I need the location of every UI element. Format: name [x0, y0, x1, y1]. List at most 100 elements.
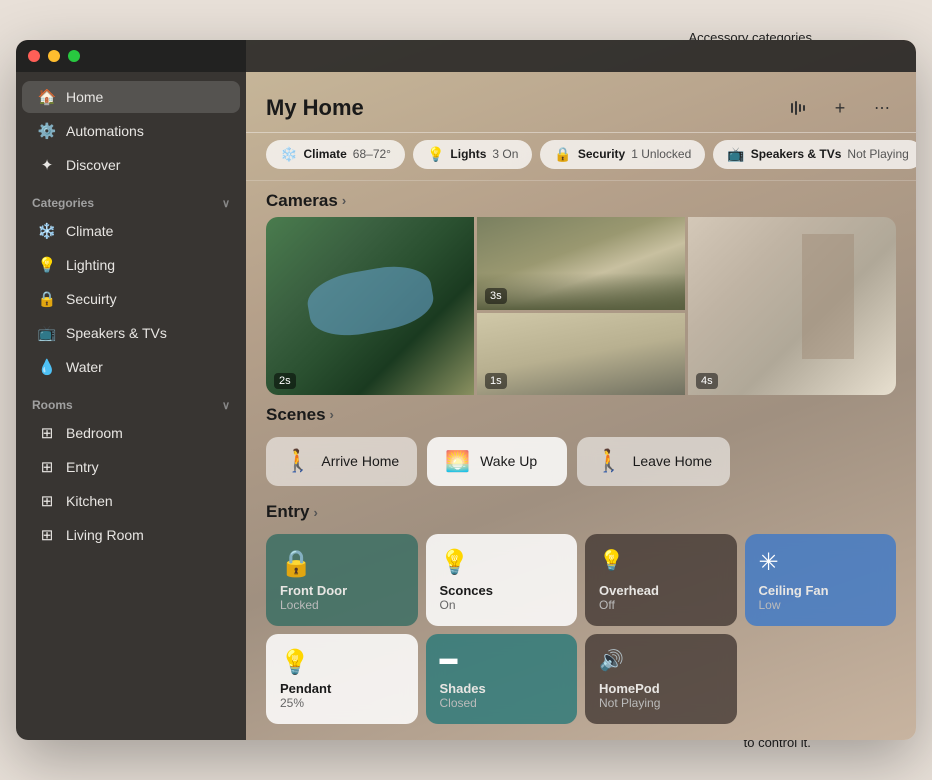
entry-section-header[interactable]: Entry › — [246, 492, 916, 528]
camera-living[interactable]: 4s — [688, 217, 896, 395]
sidebar-item-water[interactable]: 💧 Water — [22, 351, 240, 383]
scenes-section-header[interactable]: Scenes › — [246, 395, 916, 431]
camera-pool-timestamp: 2s — [274, 373, 296, 389]
camera-driveway-top[interactable]: 3s — [477, 217, 685, 310]
shades-text: Shades Closed — [440, 681, 564, 710]
accessories-grid: 🔒 Front Door Locked 💡 Sconces On 💡 Overh… — [246, 528, 916, 740]
pill-climate-icon: ❄️ — [280, 146, 297, 163]
water-icon: 💧 — [38, 358, 56, 376]
cameras-grid: 2s 3s 4s 1s — [266, 217, 896, 395]
pill-security-icon: 🔒 — [554, 146, 571, 163]
accessory-ceiling-fan[interactable]: ✳ Ceiling Fan Low — [745, 534, 897, 626]
scene-leave-home[interactable]: 🚶 Leave Home — [577, 437, 730, 486]
sidebar-item-living-room[interactable]: ⊞ Living Room — [22, 519, 240, 551]
climate-icon: ❄️ — [38, 222, 56, 240]
cameras-label: Cameras — [266, 191, 338, 211]
pill-security-name: Security — [578, 147, 625, 161]
pendant-icon: 💡 — [280, 648, 404, 677]
sidebar-item-climate[interactable]: ❄️ Climate — [22, 215, 240, 247]
overhead-text: Overhead Off — [599, 583, 723, 612]
accessory-sconces[interactable]: 💡 Sconces On — [426, 534, 578, 626]
add-button[interactable]: + — [826, 94, 854, 122]
sidebar-entry-label: Entry — [66, 459, 99, 475]
pill-speakers-tvs-name: Speakers & TVs — [751, 147, 842, 161]
front-door-icon: 🔒 — [280, 548, 404, 579]
sidebar-item-speakers-tvs[interactable]: 📺 Speakers & TVs — [22, 317, 240, 349]
sidebar-item-entry[interactable]: ⊞ Entry — [22, 451, 240, 483]
pill-speakers-tvs-icon: 📺 — [727, 146, 744, 163]
bedroom-icon: ⊞ — [38, 424, 56, 442]
sidebar-item-security[interactable]: 🔒 Secuirty — [22, 283, 240, 315]
shades-status: Closed — [440, 696, 564, 710]
entry-label: Entry — [266, 502, 309, 522]
rooms-header: Rooms ∨ — [16, 384, 246, 416]
sidebar-water-label: Water — [66, 359, 103, 375]
accessory-shades[interactable]: ▬ Shades Closed — [426, 634, 578, 724]
rooms-chevron: ∨ — [222, 399, 230, 412]
overhead-status: Off — [599, 598, 723, 612]
ceiling-fan-text: Ceiling Fan Low — [759, 583, 883, 612]
accessory-homepod[interactable]: 🔊 HomePod Not Playing — [585, 634, 737, 724]
categories-chevron: ∨ — [222, 197, 230, 210]
sidebar: 🏠 Home ⚙️ Automations ✦ Discover Categor… — [16, 40, 246, 740]
entry-chevron: › — [313, 505, 317, 520]
sidebar-item-bedroom[interactable]: ⊞ Bedroom — [22, 417, 240, 449]
pendant-name: Pendant — [280, 681, 404, 696]
camera-pool[interactable]: 2s — [266, 217, 474, 395]
scenes-chevron: › — [330, 407, 334, 422]
pill-lights[interactable]: 💡 Lights 3 On — [413, 140, 532, 169]
leave-home-icon: 🚶 — [595, 448, 622, 474]
sidebar-item-home[interactable]: 🏠 Home — [22, 81, 240, 113]
front-door-status: Locked — [280, 598, 404, 612]
camera-driveway-bottom-timestamp: 1s — [485, 373, 507, 389]
minimize-button[interactable] — [48, 50, 60, 62]
sconces-icon: 💡 — [440, 548, 564, 577]
accessory-overhead[interactable]: 💡 Overhead Off — [585, 534, 737, 626]
pill-lights-icon: 💡 — [427, 146, 444, 163]
pill-speakers-tvs[interactable]: 📺 Speakers & TVs Not Playing — [713, 140, 916, 169]
sconces-name: Sconces — [440, 583, 564, 598]
camera-driveway-top-timestamp: 3s — [485, 288, 507, 304]
sidebar-item-discover[interactable]: ✦ Discover — [22, 149, 240, 181]
scene-wake-up[interactable]: 🌅 Wake Up — [427, 437, 567, 486]
living-room-icon: ⊞ — [38, 526, 56, 544]
camera-living-timestamp: 4s — [696, 373, 718, 389]
sidebar-security-label: Secuirty — [66, 291, 117, 307]
scenes-label: Scenes — [266, 405, 326, 425]
speakers-tvs-icon: 📺 — [38, 324, 56, 342]
kitchen-icon: ⊞ — [38, 492, 56, 510]
lighting-icon: 💡 — [38, 256, 56, 274]
sidebar-automations-label: Automations — [66, 123, 144, 139]
siri-button[interactable] — [784, 94, 812, 122]
shades-name: Shades — [440, 681, 564, 696]
accessory-front-door[interactable]: 🔒 Front Door Locked — [266, 534, 418, 626]
cameras-chevron: › — [342, 193, 346, 208]
pill-security-status: 1 Unlocked — [631, 147, 691, 161]
title-bar — [16, 40, 916, 72]
app-window: 🏠 Home ⚙️ Automations ✦ Discover Categor… — [16, 40, 916, 740]
front-door-text: Front Door Locked — [280, 583, 404, 612]
accessory-pendant[interactable]: 💡 Pendant 25% — [266, 634, 418, 724]
maximize-button[interactable] — [68, 50, 80, 62]
home-icon: 🏠 — [38, 88, 56, 106]
scenes-grid: 🚶 Arrive Home 🌅 Wake Up 🚶 Leave Home — [246, 431, 916, 492]
sidebar-item-automations[interactable]: ⚙️ Automations — [22, 115, 240, 147]
sidebar-lighting-label: Lighting — [66, 257, 115, 273]
pill-climate-status: 68–72° — [353, 147, 391, 161]
more-button[interactable]: ⋯ — [868, 94, 896, 122]
scene-arrive-home[interactable]: 🚶 Arrive Home — [266, 437, 417, 486]
arrive-home-icon: 🚶 — [284, 448, 311, 474]
sconces-status: On — [440, 598, 564, 612]
sidebar-item-lighting[interactable]: 💡 Lighting — [22, 249, 240, 281]
pill-climate[interactable]: ❄️ Climate 68–72° — [266, 140, 405, 169]
camera-driveway-bottom[interactable]: 1s — [477, 313, 685, 394]
close-button[interactable] — [28, 50, 40, 62]
cameras-section-header[interactable]: Cameras › — [246, 181, 916, 217]
pill-security[interactable]: 🔒 Security 1 Unlocked — [540, 140, 705, 169]
wake-up-label: Wake Up — [480, 453, 537, 469]
sidebar-item-kitchen[interactable]: ⊞ Kitchen — [22, 485, 240, 517]
ceiling-fan-icon: ✳ — [759, 548, 883, 577]
discover-icon: ✦ — [38, 156, 56, 174]
sconces-text: Sconces On — [440, 583, 564, 612]
leave-home-label: Leave Home — [633, 453, 712, 469]
